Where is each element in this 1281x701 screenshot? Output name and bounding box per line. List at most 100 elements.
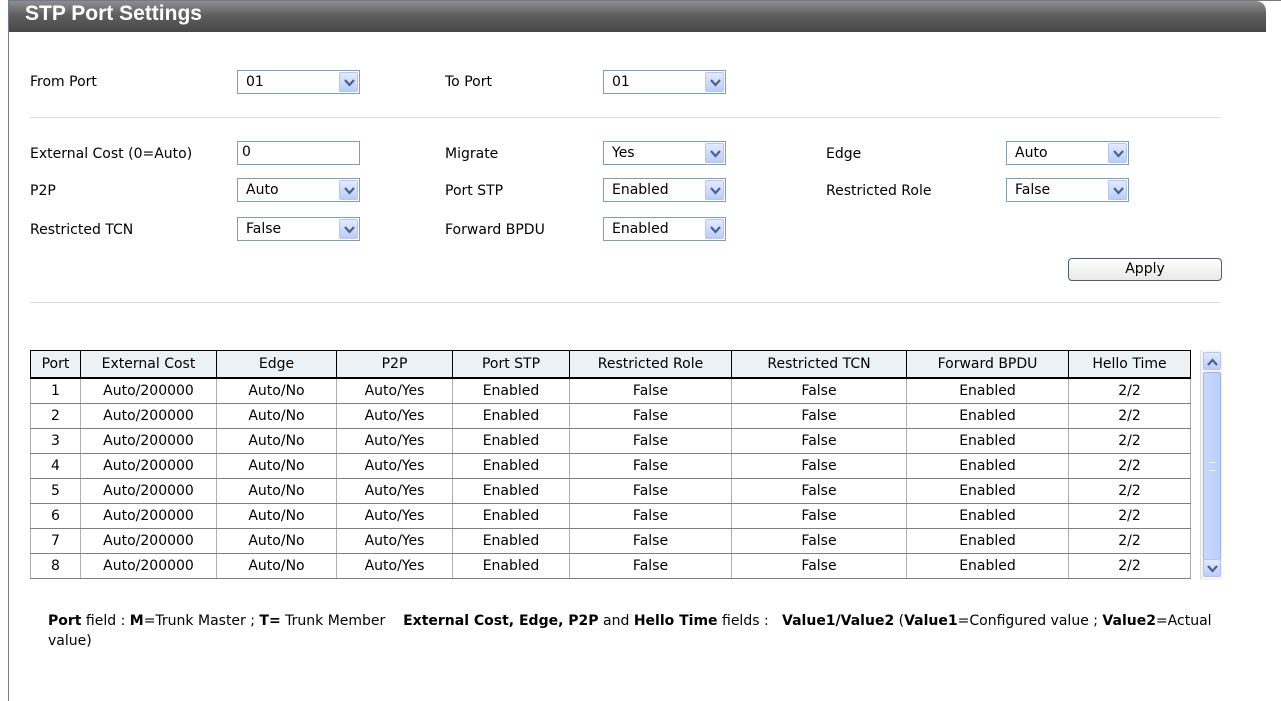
column-header: Port (30, 350, 81, 379)
table-cell: Enabled (906, 503, 1069, 529)
table-cell: Enabled (906, 403, 1069, 429)
column-header: P2P (336, 350, 453, 379)
chevron-down-icon[interactable] (705, 72, 724, 92)
divider (30, 117, 1221, 118)
table-cell: False (569, 403, 732, 429)
legend-value12: Value1/Value2 (782, 613, 895, 629)
table-cell: 7 (30, 528, 81, 554)
migrate-select[interactable]: Yes (603, 141, 726, 165)
chevron-down-icon[interactable] (339, 180, 358, 200)
table-cell: False (731, 528, 907, 554)
table-cell: 4 (30, 453, 81, 479)
chevron-down-icon[interactable] (705, 219, 724, 239)
table-cell: Auto/200000 (80, 453, 217, 479)
port-stp-select[interactable]: Enabled (603, 178, 726, 202)
table-cell: Enabled (906, 478, 1069, 504)
scrollbar-thumb[interactable] (1203, 372, 1221, 560)
chevron-down-icon[interactable] (339, 219, 358, 239)
table-cell: False (569, 453, 732, 479)
legend-text: and (598, 613, 634, 629)
column-header: Hello Time (1068, 350, 1191, 379)
table-cell: Enabled (906, 528, 1069, 554)
column-header: Restricted Role (569, 350, 732, 379)
legend-m: M (129, 613, 144, 629)
table-cell: Enabled (452, 403, 570, 429)
table-cell: Enabled (906, 453, 1069, 479)
legend-fields: External Cost, Edge, P2P (403, 613, 599, 629)
table-scrollbar[interactable] (1200, 350, 1222, 580)
legend-value2: Value2 (1102, 613, 1156, 629)
table-cell: Auto/No (216, 503, 337, 529)
table-cell: 5 (30, 478, 81, 504)
chevron-up-icon[interactable] (1203, 352, 1221, 370)
table-cell: False (569, 553, 732, 579)
table-cell: Auto/200000 (80, 503, 217, 529)
table-cell: False (569, 528, 732, 554)
legend-t: T= (259, 613, 281, 629)
restricted-role-select[interactable]: False (1006, 178, 1129, 202)
table-cell: Enabled (452, 503, 570, 529)
chevron-down-icon[interactable] (1108, 143, 1127, 163)
legend-value1: Value1 (904, 613, 958, 629)
external-cost-input-box[interactable] (237, 141, 360, 165)
table-cell: False (731, 503, 907, 529)
legend-hello: Hello Time (633, 613, 718, 629)
table-cell: False (569, 378, 732, 404)
apply-button[interactable]: Apply (1068, 258, 1222, 281)
from-port-select[interactable]: 01 (237, 70, 360, 94)
table-cell: 2/2 (1068, 528, 1191, 554)
table-cell: Auto/200000 (80, 403, 217, 429)
restricted-tcn-label: Restricted TCN (30, 222, 134, 238)
table-cell: Auto/No (216, 428, 337, 454)
chevron-down-icon[interactable] (1203, 559, 1221, 577)
table-cell: Auto/200000 (80, 528, 217, 554)
table-cell: 2/2 (1068, 428, 1191, 454)
table-cell: Auto/No (216, 478, 337, 504)
edge-value: Auto (1015, 145, 1048, 161)
p2p-value: Auto (246, 182, 279, 198)
title-bar: STP Port Settings (9, 1, 1266, 32)
table-row: 2 Auto/200000 Auto/No Auto/Yes Enabled False F… (30, 403, 1191, 429)
restricted-tcn-value: False (246, 221, 282, 237)
restricted-tcn-select[interactable]: False (237, 217, 360, 241)
table-cell: 2/2 (1068, 453, 1191, 479)
column-header: Port STP (452, 350, 570, 379)
chevron-down-icon[interactable] (705, 180, 724, 200)
table-cell: 2/2 (1068, 553, 1191, 579)
table-cell: 2/2 (1068, 478, 1191, 504)
table-cell: Auto/No (216, 528, 337, 554)
table-row: 4 Auto/200000 Auto/No Auto/Yes Enabled False F… (30, 453, 1191, 479)
table-cell: Enabled (452, 553, 570, 579)
chevron-down-icon[interactable] (1108, 180, 1127, 200)
legend-port: Port (48, 613, 82, 629)
table-cell: Auto/Yes (336, 378, 453, 404)
table-cell: False (569, 478, 732, 504)
to-port-select[interactable]: 01 (603, 70, 726, 94)
divider (30, 302, 1221, 303)
table-cell: Enabled (906, 428, 1069, 454)
table-cell: Auto/200000 (80, 553, 217, 579)
column-header: Restricted TCN (731, 350, 907, 379)
edge-label: Edge (826, 146, 862, 162)
external-cost-input[interactable] (238, 142, 359, 162)
column-header: Forward BPDU (906, 350, 1069, 379)
forward-bpdu-select[interactable]: Enabled (603, 217, 726, 241)
p2p-select[interactable]: Auto (237, 178, 360, 202)
table-cell: Enabled (906, 378, 1069, 404)
legend-text: fields : (717, 613, 774, 629)
table-cell: 2/2 (1068, 378, 1191, 404)
chevron-down-icon[interactable] (339, 72, 358, 92)
edge-select[interactable]: Auto (1006, 141, 1129, 165)
table-cell: 2/2 (1068, 503, 1191, 529)
table-cell: Auto/Yes (336, 478, 453, 504)
to-port-label: To Port (445, 74, 492, 90)
table-cell: Auto/No (216, 403, 337, 429)
migrate-value: Yes (612, 145, 635, 161)
table-cell: Auto/No (216, 378, 337, 404)
table-cell: 2/2 (1068, 403, 1191, 429)
from-port-label: From Port (30, 74, 97, 90)
table-row: 6 Auto/200000 Auto/No Auto/Yes Enabled False F… (30, 503, 1191, 529)
to-port-value: 01 (612, 74, 630, 90)
chevron-down-icon[interactable] (705, 143, 724, 163)
table-cell: Auto/200000 (80, 378, 217, 404)
